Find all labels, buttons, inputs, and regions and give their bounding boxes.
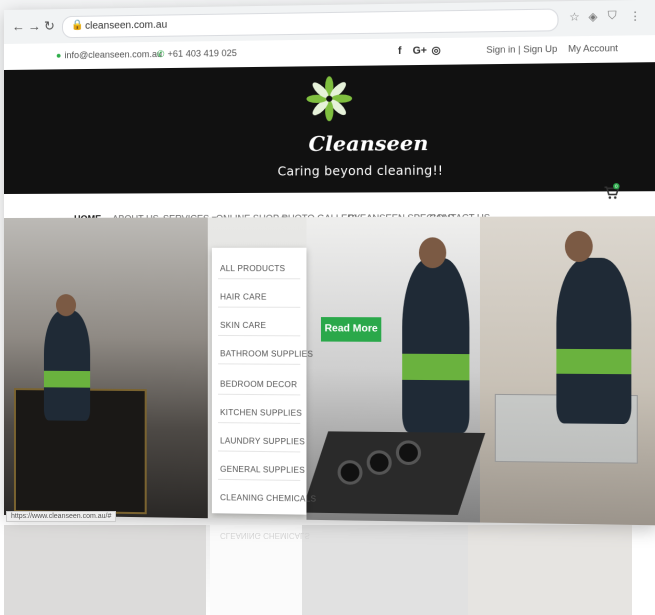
stove-shape [301,431,486,515]
cleaner-head-1 [55,294,77,317]
site-header: Cleanseen Caring beyond cleaning!! [4,62,655,194]
dropdown-item-bathroom-supplies[interactable]: BATHROOM SUPPLIES [220,349,313,359]
shield-extension-icon[interactable]: ⛉ [608,10,617,24]
address-bar-url: cleanseen.com.au [85,19,168,32]
lock-icon: 🔒 [71,19,84,32]
burner-1 [337,460,363,485]
browser-window: ← → ↻ 🔒 cleanseen.com.au ☆ ◈ ⛉ ⋮ ● info@c… [4,0,655,526]
google-plus-icon[interactable]: G+ [413,45,427,56]
dropdown-divider [218,306,301,308]
hero-banner [4,216,655,526]
account-separator: | [518,44,521,55]
contact-phone[interactable]: ✆ +61 403 419 025 [157,48,237,60]
email-text: info@cleanseen.com.au [64,48,163,61]
cleaner-head-2 [418,237,447,269]
cleaner-head-3 [564,230,593,262]
dropdown-item-hair-care[interactable]: HAIR CARE [220,292,267,301]
cart-icon[interactable]: 0 [603,183,620,200]
dropdown-divider [218,478,301,481]
reflection-photo-2 [302,525,468,615]
dropdown-divider [218,450,301,453]
dropdown-divider [218,422,301,424]
window-reflection: CLEANING CHEMICALS [4,525,632,615]
dropdown-divider [218,334,301,337]
cleaner-figure-1 [43,310,91,421]
site-tagline: Caring beyond cleaning!! [277,163,444,179]
cleaner-figure-2 [402,257,470,433]
facebook-icon[interactable]: f [398,46,401,57]
read-more-button[interactable]: Read More [320,317,382,342]
email-icon: ● [55,50,62,61]
burner-2 [366,450,392,476]
phone-text: +61 403 419 025 [167,47,237,59]
logo-wordmark[interactable]: Cleanseen [309,131,429,156]
dropdown-item-bedroom-decor[interactable]: BEDROOM DECOR [220,380,297,390]
sign-in-link[interactable]: Sign in [486,44,515,55]
reflection-photo-3 [468,525,632,615]
phone-icon: ✆ [156,48,165,60]
back-arrow-icon[interactable]: ← [12,19,25,34]
forward-arrow-icon[interactable]: → [28,18,41,33]
extension-icon[interactable]: ◈ [588,10,597,24]
flower-logo-icon[interactable] [304,74,354,123]
online-shop-dropdown: ALL PRODUCTS HAIR CARE SKIN CARE BATHROO… [211,247,316,515]
sign-up-link[interactable]: Sign Up [523,44,557,55]
burner-3 [395,440,422,466]
my-account-link[interactable]: My Account [568,43,618,54]
dropdown-item-kitchen-supplies[interactable]: KITCHEN SUPPLIES [220,408,302,418]
address-bar[interactable]: 🔒 cleanseen.com.au [61,8,559,39]
dropdown-divider [218,278,301,280]
cleaner-figure-3 [556,257,632,425]
dropdown-divider [218,393,301,396]
dropdown-divider [218,363,301,365]
dropdown-item-cleaning-chemicals[interactable]: CLEANING CHEMICALS [220,493,316,504]
menu-kebab-icon[interactable]: ⋮ [629,9,641,23]
instagram-icon[interactable]: ◎ [432,45,441,56]
reflection-text: CLEANING CHEMICALS [220,531,310,540]
account-links: Sign in | Sign Up My Account [486,43,618,55]
link-status-bar: https://www.cleanseen.com.au/# [6,511,117,522]
reflection-photo-1 [4,525,206,615]
contact-email[interactable]: ● info@cleanseen.com.au [56,49,162,60]
dropdown-item-laundry-supplies[interactable]: LAUNDRY SUPPLIES [220,436,305,446]
dropdown-item-all-products[interactable]: ALL PRODUCTS [220,264,285,273]
reload-icon[interactable]: ↻ [44,18,55,34]
screenshot-stage: ← → ↻ 🔒 cleanseen.com.au ☆ ◈ ⛉ ⋮ ● info@c… [0,0,655,615]
star-icon[interactable]: ☆ [569,10,580,24]
dropdown-item-general-supplies[interactable]: GENERAL SUPPLIES [220,465,305,475]
dropdown-item-skin-care[interactable]: SKIN CARE [220,321,266,330]
